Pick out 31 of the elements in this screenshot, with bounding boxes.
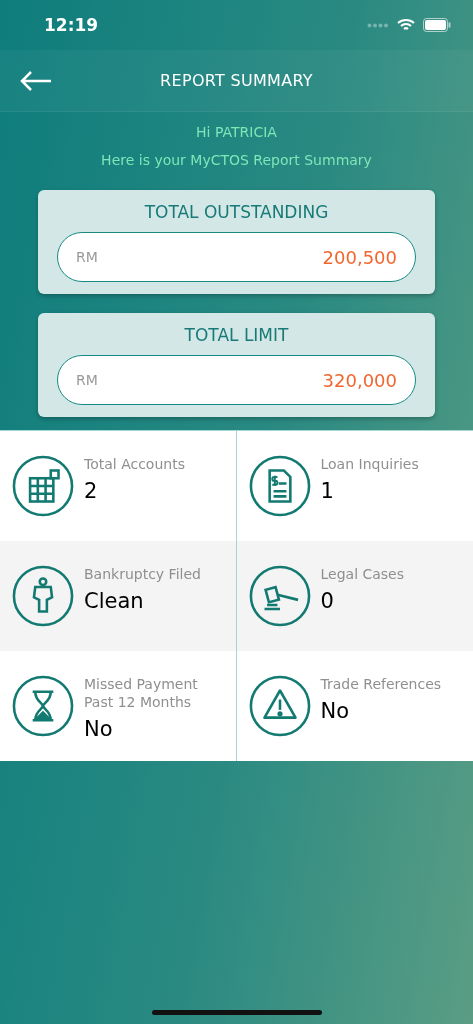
- stat-value: 0: [320, 589, 335, 613]
- status-time: 12:19: [44, 15, 99, 35]
- warning-icon: [248, 675, 311, 737]
- document-dollar-icon: [248, 455, 311, 517]
- wifi-icon: [397, 18, 415, 32]
- stat-label: Legal Cases: [320, 565, 405, 583]
- page-title: REPORT SUMMARY: [160, 71, 313, 90]
- gavel-icon: [248, 565, 311, 627]
- subtitle-text: Here is your MyCTOS Report Summary: [101, 152, 372, 168]
- battery-icon: [423, 18, 451, 32]
- currency-label: RM: [76, 372, 98, 388]
- greeting-text: Hi PATRICIA: [196, 124, 277, 140]
- hourglass-icon: [12, 675, 74, 737]
- stat-label: Bankruptcy Filed: [84, 565, 201, 583]
- stat-value: 1: [320, 479, 335, 503]
- stat-label: Trade References: [320, 675, 442, 693]
- card-title: TOTAL LIMIT: [184, 325, 289, 345]
- signal-icon: [367, 22, 389, 28]
- currency-label: RM: [76, 249, 98, 265]
- grid-icon: [12, 455, 74, 517]
- stat-label: Loan Inquiries: [320, 455, 419, 473]
- amount-value: 200,500: [322, 246, 397, 268]
- stat-label: Missed Payment Past 12 Months: [84, 675, 199, 711]
- back-arrow-icon: [20, 70, 52, 92]
- stat-value: Clean: [84, 589, 145, 613]
- stat-value: No: [84, 717, 114, 741]
- amount-value: 320,000: [322, 369, 397, 391]
- card-title: TOTAL OUTSTANDING: [144, 202, 329, 222]
- stat-label: Total Accounts: [84, 455, 185, 473]
- stat-value: No: [320, 699, 351, 723]
- stat-value: 2: [84, 479, 99, 503]
